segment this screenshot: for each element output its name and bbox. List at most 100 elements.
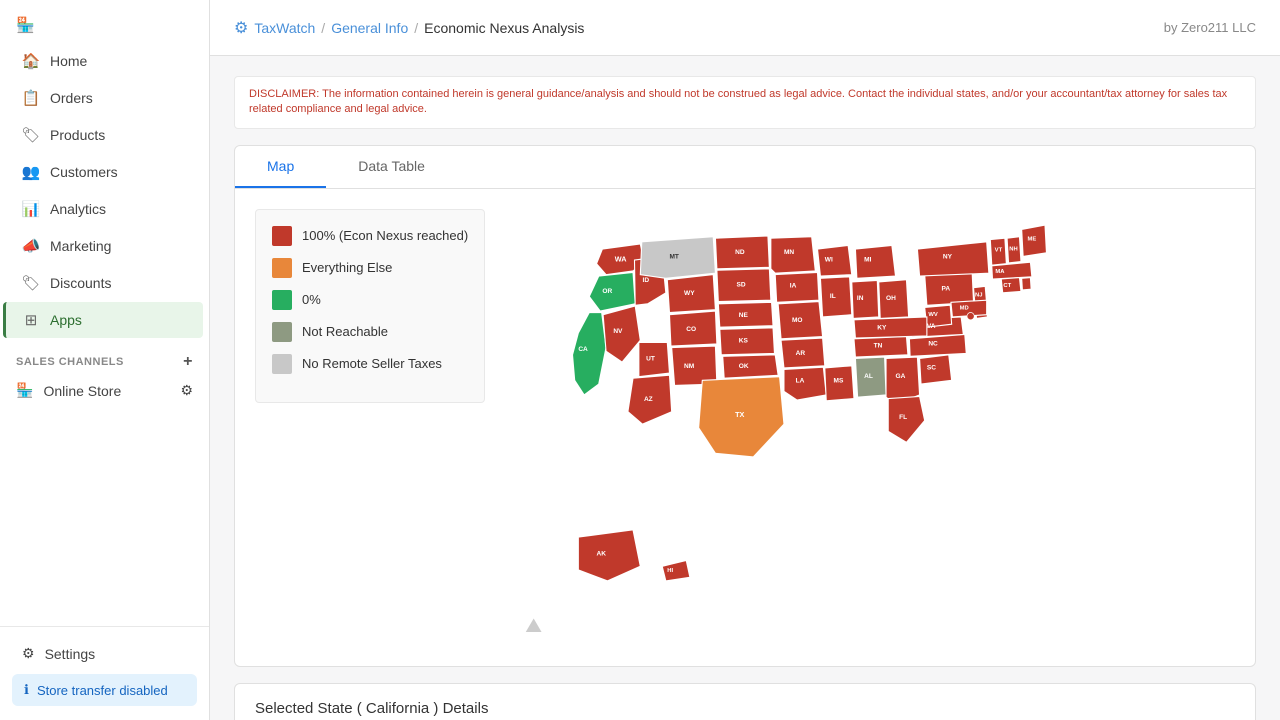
sidebar-item-marketing[interactable]: 📣 Marketing <box>6 228 203 264</box>
state-la[interactable] <box>784 367 826 400</box>
label-fl: FL <box>899 414 907 421</box>
label-ak: AK <box>597 550 607 557</box>
online-store-label: Online Store <box>43 383 121 399</box>
label-ky: KY <box>877 324 887 331</box>
legend-box-not-reachable <box>272 322 292 342</box>
state-ky[interactable] <box>854 317 927 338</box>
sidebar-item-orders[interactable]: 📋 Orders <box>6 80 203 116</box>
state-dc[interactable] <box>967 312 974 319</box>
label-nv: NV <box>613 328 623 335</box>
legend-label-zero-percent: 0% <box>302 292 321 307</box>
sidebar-item-home[interactable]: 🏠 Home <box>6 43 203 79</box>
tab-map[interactable]: Map <box>235 146 326 188</box>
state-il[interactable] <box>821 277 852 317</box>
state-nc[interactable] <box>909 334 966 356</box>
state-ok[interactable] <box>723 355 778 378</box>
tab-data-table[interactable]: Data Table <box>326 146 457 188</box>
state-ri[interactable] <box>1022 277 1031 289</box>
sidebar-item-analytics[interactable]: 📊 Analytics <box>6 191 203 227</box>
info-icon: ℹ <box>24 682 29 698</box>
sidebar-item-apps-label: Apps <box>50 312 82 328</box>
breadcrumb-current: Economic Nexus Analysis <box>424 20 584 36</box>
sidebar-item-discounts-label: Discounts <box>50 275 111 291</box>
settings-item[interactable]: ⚙ Settings <box>6 637 203 670</box>
sidebar-item-marketing-label: Marketing <box>50 238 111 254</box>
map-area: 100% (Econ Nexus reached) Everything Els… <box>235 189 1255 667</box>
label-ar: AR <box>796 350 806 357</box>
taxwatch-icon: ⚙ <box>234 18 248 38</box>
label-wi: WI <box>825 256 833 263</box>
label-in: IN <box>857 295 864 302</box>
add-sales-channel-icon[interactable]: + <box>183 353 193 371</box>
breadcrumb-taxwatch[interactable]: TaxWatch <box>254 20 315 36</box>
label-id: ID <box>643 277 650 284</box>
label-hi: HI <box>667 568 673 574</box>
sidebar-item-online-store[interactable]: 🏪 Online Store ⚙ <box>0 375 209 406</box>
online-store-icon: 🏪 <box>16 382 33 399</box>
label-tn: TN <box>874 342 883 349</box>
state-ca[interactable] <box>573 312 607 394</box>
legend-item-zero-percent: 0% <box>272 290 468 310</box>
sidebar-item-orders-label: Orders <box>50 90 93 106</box>
byline: by Zero211 LLC <box>1164 20 1256 35</box>
store-transfer-banner[interactable]: ℹ Store transfer disabled <box>12 674 197 706</box>
label-nd: ND <box>735 249 745 256</box>
state-mi[interactable] <box>856 245 896 278</box>
label-nj: NJ <box>975 292 982 298</box>
sidebar-item-products-label: Products <box>50 127 105 143</box>
label-sd: SD <box>737 281 746 288</box>
label-ms: MS <box>834 377 844 384</box>
us-map[interactable]: WA OR CA NV ID MT WY CO UT AZ NM ND SD N… <box>520 209 1220 647</box>
products-icon: 🏷 <box>22 126 40 144</box>
topbar: ⚙ TaxWatch / General Info / Economic Nex… <box>210 0 1280 56</box>
label-la: LA <box>796 377 805 384</box>
state-ak[interactable] <box>578 530 640 581</box>
label-va: VA <box>927 323 936 330</box>
sidebar-item-products[interactable]: 🏷 Products <box>6 117 203 153</box>
sales-channels-section: SALES CHANNELS + <box>0 339 209 375</box>
label-sc: SC <box>927 364 936 371</box>
legend-item-econ-nexus: 100% (Econ Nexus reached) <box>272 226 468 246</box>
discounts-icon: 🏷 <box>22 274 40 292</box>
label-ma: MA <box>996 269 1006 275</box>
legend-item-everything-else: Everything Else <box>272 258 468 278</box>
breadcrumb-sep1: / <box>321 20 325 36</box>
legend-box-no-remote <box>272 354 292 374</box>
sidebar-nav: 🏠 Home 📋 Orders 🏷 Products 👥 Customers 📊… <box>0 42 209 339</box>
state-hi[interactable] <box>662 560 690 580</box>
label-me: ME <box>1028 236 1037 242</box>
legend-box-econ-nexus <box>272 226 292 246</box>
label-ca: CA <box>578 346 588 353</box>
state-wi[interactable] <box>818 245 852 276</box>
sidebar-item-apps[interactable]: ⊞ Apps <box>3 302 203 338</box>
label-ut: UT <box>646 355 655 362</box>
label-ct: CT <box>1004 283 1012 289</box>
state-ny[interactable] <box>917 242 988 276</box>
online-store-settings-icon[interactable]: ⚙ <box>180 382 193 399</box>
label-mo: MO <box>792 317 803 324</box>
legend-label-no-remote: No Remote Seller Taxes <box>302 356 442 371</box>
label-tx: TX <box>735 410 744 419</box>
label-co: CO <box>686 326 696 333</box>
mountain-icon: ⛰ <box>525 615 542 638</box>
legend-label-not-reachable: Not Reachable <box>302 324 388 339</box>
sidebar-item-discounts[interactable]: 🏷 Discounts <box>6 265 203 301</box>
legend-box-everything-else <box>272 258 292 278</box>
label-or: OR <box>602 288 612 295</box>
label-wv: WV <box>928 312 938 318</box>
label-ga: GA <box>896 373 906 380</box>
state-ia[interactable] <box>775 272 819 302</box>
label-ia: IA <box>790 283 797 290</box>
state-or[interactable] <box>589 272 635 311</box>
legend-label-econ-nexus: 100% (Econ Nexus reached) <box>302 228 468 243</box>
label-wa: WA <box>615 254 627 263</box>
sidebar-item-customers[interactable]: 👥 Customers <box>6 154 203 190</box>
online-store-left: 🏪 Online Store <box>16 382 121 399</box>
label-wy: WY <box>684 290 695 297</box>
label-al: AL <box>864 373 873 380</box>
label-oh: OH <box>886 295 896 302</box>
legend-label-everything-else: Everything Else <box>302 260 392 275</box>
breadcrumb-general-info[interactable]: General Info <box>331 20 408 36</box>
app-logo: 🏪 <box>0 0 209 42</box>
state-in[interactable] <box>852 280 879 318</box>
